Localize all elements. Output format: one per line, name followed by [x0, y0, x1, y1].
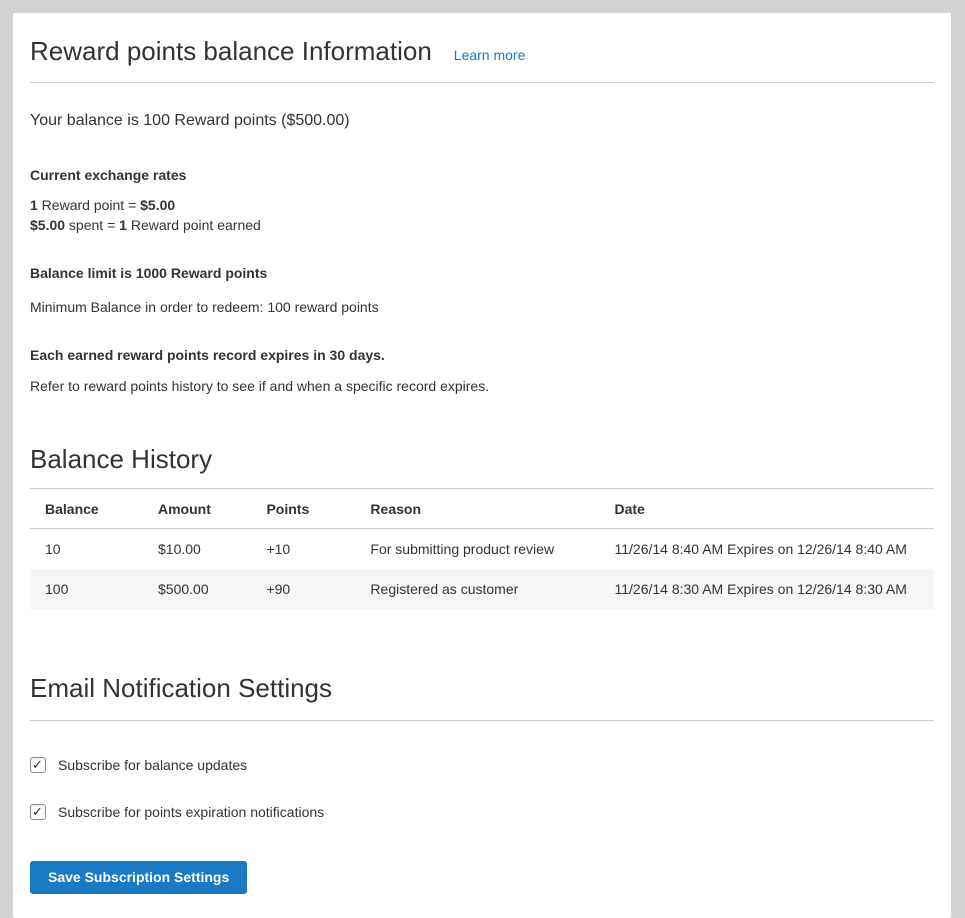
checkbox-checked-icon[interactable]: ✓: [30, 757, 46, 773]
subscribe-expiration-notifications-option[interactable]: ✓ Subscribe for points expiration notifi…: [30, 802, 934, 822]
subscribe-balance-updates-label: Subscribe for balance updates: [58, 755, 247, 775]
email-settings-header: Email Notification Settings: [30, 673, 934, 720]
cell-reason: For submitting product review: [355, 529, 599, 570]
earn-rate-middle: Reward point =: [38, 197, 140, 213]
cell-points: +90: [251, 569, 355, 609]
spend-rate-middle: spent =: [65, 217, 119, 233]
balance-summary: Your balance is 100 Reward points ($500.…: [30, 111, 934, 131]
checkbox-checked-icon[interactable]: ✓: [30, 804, 46, 820]
cell-points: +10: [251, 529, 355, 570]
table-row: 100 $500.00 +90 Registered as customer 1…: [30, 569, 934, 609]
email-settings-title: Email Notification Settings: [30, 673, 934, 704]
page-header: Reward points balance Information Learn …: [30, 26, 934, 83]
earn-rate-amount: $5.00: [140, 197, 175, 213]
table-header-row: Balance Amount Points Reason Date: [30, 489, 934, 529]
exchange-rates-heading: Current exchange rates: [30, 165, 934, 185]
balance-history-table: Balance Amount Points Reason Date 10 $10…: [30, 488, 934, 609]
check-icon: ✓: [32, 802, 43, 821]
cell-date: 11/26/14 8:30 AM Expires on 12/26/14 8:3…: [600, 569, 935, 609]
page-background: Reward points balance Information Learn …: [0, 0, 965, 882]
check-icon: ✓: [32, 755, 43, 774]
subscribe-expiration-notifications-label: Subscribe for points expiration notifica…: [58, 802, 324, 822]
column-header-points: Points: [251, 489, 355, 529]
balance-limit-heading: Balance limit is 1000 Reward points: [30, 263, 934, 283]
cell-balance: 100: [30, 569, 143, 609]
save-subscription-settings-button[interactable]: Save Subscription Settings: [30, 861, 247, 894]
page-title: Reward points balance Information: [30, 36, 432, 67]
exchange-rates: 1 Reward point = $5.00 $5.00 spent = 1 R…: [30, 195, 934, 235]
table-body: 10 $10.00 +10 For submitting product rev…: [30, 529, 934, 610]
column-header-reason: Reason: [355, 489, 599, 529]
cell-amount: $10.00: [143, 529, 251, 570]
subscribe-balance-updates-option[interactable]: ✓ Subscribe for balance updates: [30, 755, 934, 775]
cell-amount: $500.00: [143, 569, 251, 609]
earn-rate-line: 1 Reward point = $5.00: [30, 195, 934, 215]
table-row: 10 $10.00 +10 For submitting product rev…: [30, 529, 934, 570]
table-head: Balance Amount Points Reason Date: [30, 489, 934, 529]
spend-rate-points: 1: [119, 217, 127, 233]
expiration-heading: Each earned reward points record expires…: [30, 345, 934, 365]
spend-rate-line: $5.00 spent = 1 Reward point earned: [30, 215, 934, 235]
learn-more-link[interactable]: Learn more: [454, 45, 526, 65]
cell-balance: 10: [30, 529, 143, 570]
balance-history-title: Balance History: [30, 444, 934, 475]
minimum-redeem-note: Minimum Balance in order to redeem: 100 …: [30, 297, 934, 317]
cell-date: 11/26/14 8:40 AM Expires on 12/26/14 8:4…: [600, 529, 935, 570]
spend-rate-suffix: Reward point earned: [127, 217, 261, 233]
earn-rate-points: 1: [30, 197, 38, 213]
reward-points-panel: Reward points balance Information Learn …: [13, 13, 951, 918]
column-header-date: Date: [600, 489, 935, 529]
spend-rate-amount: $5.00: [30, 217, 65, 233]
cell-reason: Registered as customer: [355, 569, 599, 609]
expiration-note: Refer to reward points history to see if…: [30, 376, 934, 396]
column-header-balance: Balance: [30, 489, 143, 529]
column-header-amount: Amount: [143, 489, 251, 529]
